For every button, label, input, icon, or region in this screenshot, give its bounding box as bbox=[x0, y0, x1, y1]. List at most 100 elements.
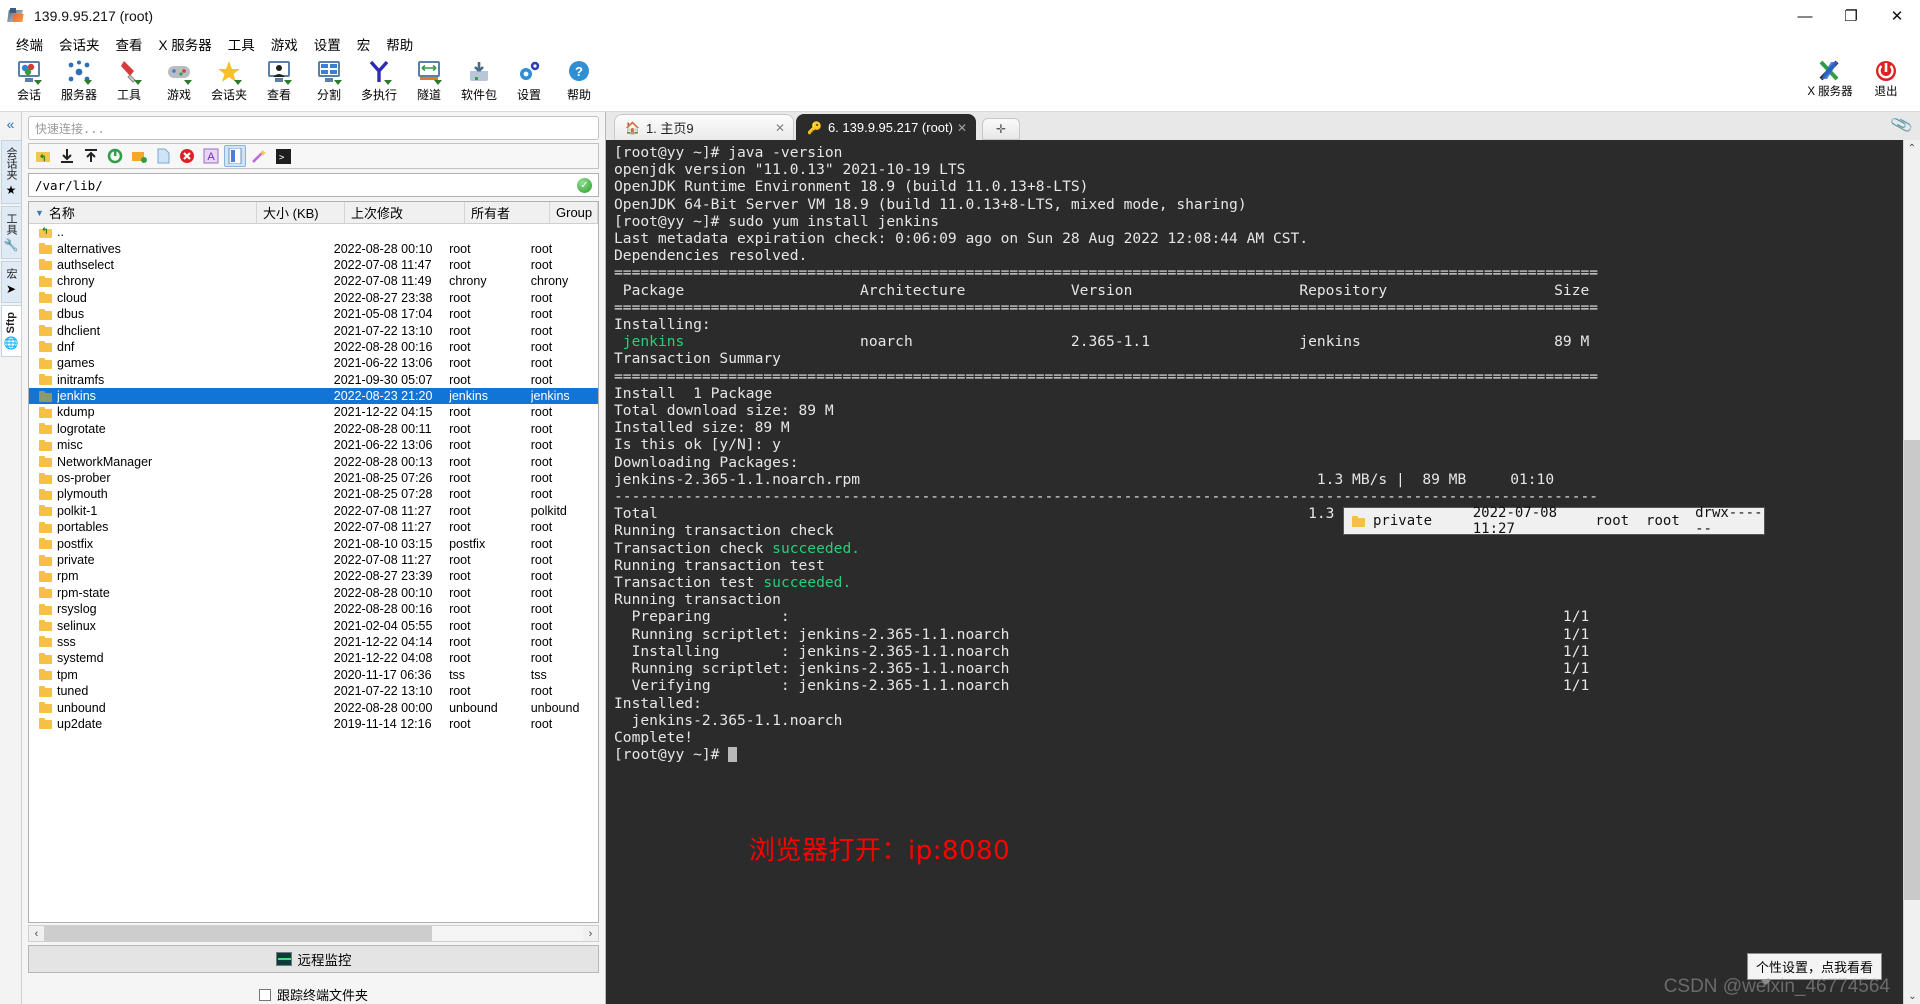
menu-help[interactable]: 帮助 bbox=[378, 32, 421, 56]
paperclip-icon[interactable]: 📎 bbox=[1889, 112, 1915, 138]
tab-ssh-session[interactable]: 🔑 6. 139.9.95.217 (root) ✕ bbox=[796, 114, 976, 140]
rename-icon[interactable]: A bbox=[200, 145, 222, 167]
table-row[interactable]: alternatives 2022-08-28 00:10 root root bbox=[29, 240, 598, 256]
refresh-icon[interactable] bbox=[104, 145, 126, 167]
toolbar-servers-button[interactable]: 服务器 bbox=[54, 56, 104, 103]
terminal-scroll-thumb[interactable] bbox=[1904, 440, 1920, 900]
table-row[interactable]: postfix 2021-08-10 03:15 postfix root bbox=[29, 535, 598, 551]
table-row[interactable]: dhclient 2021-07-22 13:10 root root bbox=[29, 322, 598, 338]
toolbar-multiexec-button[interactable]: 多执行 bbox=[354, 56, 404, 103]
menu-terminal[interactable]: 终端 bbox=[8, 32, 51, 56]
tab-ssh-session-close-icon[interactable]: ✕ bbox=[957, 121, 967, 135]
menu-sessions[interactable]: 会话夹 bbox=[51, 32, 108, 56]
terminal-scrollbar[interactable]: ⌃ ⌄ bbox=[1903, 140, 1920, 1004]
table-row[interactable]: kdump 2021-12-22 04:15 root root bbox=[29, 404, 598, 420]
up-folder-icon[interactable]: ↰ bbox=[32, 145, 54, 167]
follow-terminal-folder-checkbox[interactable] bbox=[258, 988, 271, 1001]
file-list-horizontal-scrollbar[interactable]: ‹ › bbox=[28, 925, 599, 942]
table-row[interactable]: plymouth 2021-08-25 07:28 root root bbox=[29, 486, 598, 502]
column-header-group[interactable]: Group bbox=[550, 202, 598, 223]
hscroll-track[interactable] bbox=[44, 926, 583, 941]
rail-tab-macros[interactable]: 宏 ➤ bbox=[0, 261, 21, 303]
scroll-up-icon[interactable]: ⌃ bbox=[1904, 140, 1920, 156]
table-row[interactable]: polkit-1 2022-07-08 11:27 root polkitd bbox=[29, 503, 598, 519]
toolbar-xserver-button[interactable]: X 服务器 bbox=[1802, 56, 1858, 98]
scroll-right-icon[interactable]: › bbox=[583, 928, 598, 940]
terminal-output[interactable]: [root@yy ~]# java -version openjdk versio… bbox=[606, 140, 1920, 1004]
column-header-name[interactable]: ▼ 名称 bbox=[29, 202, 257, 223]
terminal-icon[interactable]: > bbox=[272, 145, 294, 167]
maximize-button[interactable]: ❐ bbox=[1828, 0, 1874, 32]
table-row[interactable]: unbound 2022-08-28 00:00 unbound unbound bbox=[29, 699, 598, 715]
toolbar-help-button[interactable]: ? 帮助 bbox=[554, 56, 604, 103]
menu-macros[interactable]: 宏 bbox=[349, 32, 379, 56]
wand-icon[interactable] bbox=[248, 145, 270, 167]
table-row[interactable]: initramfs 2021-09-30 05:07 root root bbox=[29, 372, 598, 388]
scroll-down-icon[interactable]: ⌄ bbox=[1904, 988, 1920, 1004]
new-tab-button[interactable]: ✛ bbox=[982, 118, 1020, 140]
remote-monitoring-button[interactable]: 远程监控 bbox=[28, 945, 599, 973]
table-row[interactable]: authselect 2022-07-08 11:47 root root bbox=[29, 257, 598, 273]
menu-settings[interactable]: 设置 bbox=[306, 32, 349, 56]
rail-tab-tools[interactable]: 工具 🔧 bbox=[0, 206, 21, 259]
tab-home-close-icon[interactable]: ✕ bbox=[775, 121, 785, 135]
table-row[interactable]: portables 2022-07-08 11:27 root root bbox=[29, 519, 598, 535]
menu-games[interactable]: 游戏 bbox=[263, 32, 306, 56]
rail-tab-sessions[interactable]: 会话夹 ★ bbox=[0, 140, 21, 204]
column-header-owner[interactable]: 所有者 bbox=[465, 202, 550, 223]
table-row[interactable]: rpm 2022-08-27 23:39 root root bbox=[29, 568, 598, 584]
table-row[interactable]: jenkins 2022-08-23 21:20 jenkins jenkins bbox=[29, 387, 598, 405]
minimize-button[interactable]: — bbox=[1782, 0, 1828, 32]
table-row[interactable]: rpm-state 2022-08-28 00:10 root root bbox=[29, 585, 598, 601]
toolbar-tools-button[interactable]: 工具 bbox=[104, 56, 154, 103]
rail-tab-sftp[interactable]: Sftp 🌐 bbox=[0, 305, 21, 358]
upload-icon[interactable] bbox=[80, 145, 102, 167]
table-row[interactable]: sss 2021-12-22 04:14 root root bbox=[29, 634, 598, 650]
table-row[interactable]: dnf 2022-08-28 00:16 root root bbox=[29, 339, 598, 355]
table-row[interactable]: misc 2021-06-22 13:06 root root bbox=[29, 437, 598, 453]
table-row[interactable]: rsyslog 2022-08-28 00:16 root root bbox=[29, 601, 598, 617]
column-header-size[interactable]: 大小 (KB) bbox=[257, 202, 345, 223]
file-list[interactable]: ↰ .. alternatives 2022-08-28 00:10 root roo… bbox=[29, 224, 598, 922]
table-row[interactable]: selinux 2021-02-04 05:55 root root bbox=[29, 617, 598, 633]
table-row[interactable]: systemd 2021-12-22 04:08 root root bbox=[29, 650, 598, 666]
sftp-path-bar[interactable]: /var/lib/ ✓ bbox=[28, 173, 599, 197]
toolbar-tunneling-button[interactable]: 隧道 bbox=[404, 56, 454, 103]
toolbar-packages-button[interactable]: 软件包 bbox=[454, 56, 504, 103]
new-folder-icon[interactable] bbox=[128, 145, 150, 167]
table-row[interactable]: cloud 2022-08-27 23:38 root root bbox=[29, 290, 598, 306]
bookmark-icon[interactable] bbox=[224, 145, 246, 167]
toolbar-games-button[interactable]: 游戏 bbox=[154, 56, 204, 103]
toolbar-sessions-folder-button[interactable]: 会话夹 bbox=[204, 56, 254, 103]
toolbar-split-button[interactable]: 分割 bbox=[304, 56, 354, 103]
delete-icon[interactable] bbox=[176, 145, 198, 167]
menu-view[interactable]: 查看 bbox=[108, 32, 151, 56]
toolbar-view-button[interactable]: 查看 bbox=[254, 56, 304, 103]
table-row[interactable]: tpm 2020-11-17 06:36 tss tss bbox=[29, 667, 598, 683]
tab-home[interactable]: 🏠 1. 主页9 ✕ bbox=[614, 114, 794, 140]
toolbar-settings-button[interactable]: 设置 bbox=[504, 56, 554, 103]
column-header-modified[interactable]: 上次修改 bbox=[345, 202, 465, 223]
list-item-parent[interactable]: ↰ .. bbox=[29, 224, 598, 240]
quick-connect-input[interactable]: 快速连接... bbox=[28, 116, 599, 140]
table-row[interactable]: tuned 2021-07-22 13:10 root root bbox=[29, 683, 598, 699]
collapse-sidebar-icon[interactable]: « bbox=[7, 116, 15, 132]
terminal-prompt[interactable]: [root@yy ~]# bbox=[614, 746, 1920, 763]
table-row[interactable]: private 2022-07-08 11:27 root root bbox=[29, 552, 598, 568]
table-row[interactable]: logrotate 2022-08-28 00:11 root root bbox=[29, 421, 598, 437]
menu-tools[interactable]: 工具 bbox=[220, 32, 263, 56]
table-row[interactable]: chrony 2022-07-08 11:49 chrony chrony bbox=[29, 273, 598, 289]
hscroll-thumb[interactable] bbox=[44, 926, 433, 941]
table-row[interactable]: games 2021-06-22 13:06 root root bbox=[29, 355, 598, 371]
close-button[interactable]: ✕ bbox=[1874, 0, 1920, 32]
table-row[interactable]: dbus 2021-05-08 17:04 root root bbox=[29, 306, 598, 322]
toolbar-session-button[interactable]: 会话 bbox=[4, 56, 54, 103]
menu-xserver[interactable]: X 服务器 bbox=[151, 32, 220, 56]
table-row[interactable]: os-prober 2021-08-25 07:26 root root bbox=[29, 470, 598, 486]
new-file-icon[interactable] bbox=[152, 145, 174, 167]
table-row[interactable]: NetworkManager 2022-08-28 00:13 root root bbox=[29, 453, 598, 469]
scroll-left-icon[interactable]: ‹ bbox=[29, 928, 44, 940]
toolbar-exit-button[interactable]: 退出 bbox=[1858, 56, 1914, 98]
follow-terminal-folder-row[interactable]: 跟踪终端文件夹 bbox=[22, 985, 605, 1004]
table-row[interactable]: up2date 2019-11-14 12:16 root root bbox=[29, 716, 598, 732]
